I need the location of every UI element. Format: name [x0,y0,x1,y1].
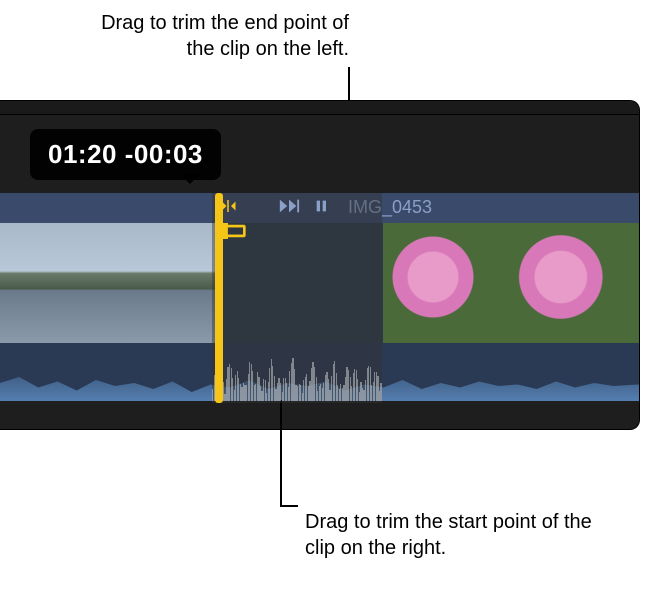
timeline-precision-editor[interactable]: 01:20 -00:03 IMG_0453 [0,100,640,430]
timecode-position: 01:20 [48,139,117,169]
panel-bottom-bezel [0,409,639,429]
right-clip-header-icons [278,195,330,221]
pause-icon[interactable] [314,196,330,221]
trim-arrows-icon[interactable] [222,198,240,219]
filmstrip-bracket-icon[interactable] [222,223,248,244]
callout-line-bottom [280,400,282,505]
left-clip-header-icons [222,195,240,221]
skip-to-end-icon[interactable] [278,196,300,221]
timecode-tooltip: 01:20 -00:03 [30,129,221,180]
clip-thumbnail [383,223,508,343]
clip-thumbnail [0,223,80,343]
panel-top-bezel [0,101,639,115]
callout-line-bottom-h [280,505,298,507]
timeline-tracks: IMG_0453 [0,193,639,403]
precision-gap-waveform [212,346,382,401]
callout-trim-end: Drag to trim the end point of the clip o… [89,10,349,62]
clip-thumbnail [80,223,215,343]
clip-thumbnail [508,223,640,343]
clip-header-bar: IMG_0453 [0,193,639,223]
timecode-delta: -00:03 [125,139,203,169]
callout-trim-start: Drag to trim the start point of the clip… [305,509,605,561]
